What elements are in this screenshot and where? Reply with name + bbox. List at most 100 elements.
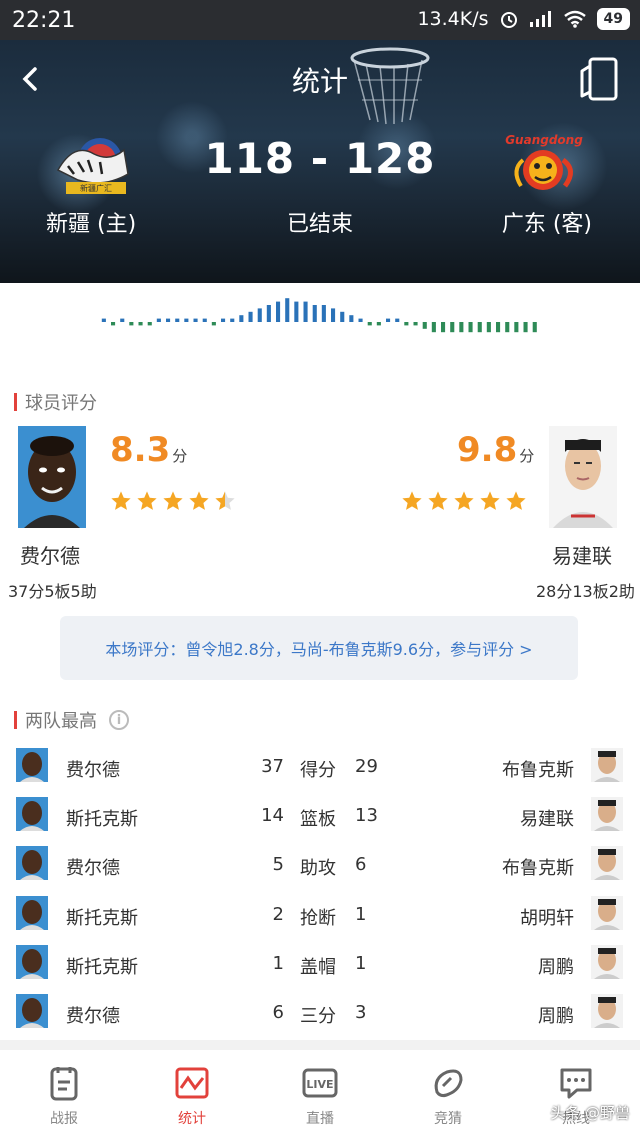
tab-report[interactable]: 战报 — [0, 1050, 128, 1137]
momentum-bar — [496, 322, 501, 333]
tab-live[interactable]: LIVE 直播 — [256, 1050, 384, 1137]
star-icon — [506, 491, 526, 510]
away-player-avatar[interactable] — [591, 797, 623, 832]
momentum-bar — [367, 322, 372, 326]
momentum-bar — [211, 322, 216, 326]
ratings-section-header: 球员评分 — [14, 389, 97, 415]
momentum-bar — [276, 301, 281, 322]
tab-label: 竞猜 — [434, 1111, 462, 1127]
momentum-bar — [303, 301, 308, 322]
away-player-name[interactable]: 周鹏 — [538, 953, 574, 979]
home-player-avatar[interactable] — [16, 895, 48, 930]
report-icon — [50, 1067, 78, 1101]
away-player-name[interactable]: 布鲁克斯 — [502, 854, 574, 880]
stat-category: 三分 — [300, 1005, 336, 1027]
leader-row[interactable]: 费尔德 5 助攻 6 布鲁克斯 — [0, 842, 640, 891]
left-player-name[interactable]: 费尔德 — [20, 540, 80, 569]
momentum-bar — [349, 315, 354, 322]
home-player-name[interactable]: 斯托克斯 — [66, 953, 138, 979]
tab-label: 统计 — [178, 1111, 206, 1127]
tab-guess[interactable]: 竞猜 — [384, 1050, 512, 1137]
home-player-name[interactable]: 斯托克斯 — [66, 904, 138, 930]
momentum-bar — [404, 322, 409, 326]
home-player-avatar[interactable] — [16, 993, 48, 1028]
right-player-name[interactable]: 易建联 — [552, 540, 612, 569]
momentum-bar — [312, 305, 317, 322]
momentum-bar — [413, 322, 418, 326]
status-icons: 13.4K/s 49 — [417, 8, 630, 30]
momentum-bar — [514, 322, 519, 333]
left-player-rating: 8.3 分 — [110, 430, 187, 470]
home-player-avatar[interactable] — [16, 748, 48, 782]
home-player-avatar[interactable] — [16, 846, 48, 881]
screen-switch-icon[interactable] — [578, 56, 620, 102]
momentum-bar — [321, 305, 326, 322]
watermark: 头条 @野兽 — [550, 1104, 630, 1122]
momentum-bar — [431, 322, 436, 333]
stat-category: 篮板 — [300, 809, 336, 831]
hotline-icon — [560, 1068, 592, 1099]
away-stat-value: 1 — [355, 903, 367, 925]
away-player-avatar[interactable] — [591, 993, 623, 1028]
away-player-name[interactable]: 胡明轩 — [520, 904, 574, 930]
home-player-avatar[interactable] — [16, 797, 48, 832]
star-icon — [111, 491, 131, 510]
leader-row[interactable]: 费尔德 37 得分 29 布鲁克斯 — [0, 744, 640, 793]
alarm-icon — [500, 12, 517, 28]
away-player-avatar[interactable] — [591, 846, 623, 881]
home-stat-value: 6 — [272, 1001, 284, 1023]
stat-category: 盖帽 — [300, 956, 336, 978]
home-player-avatar[interactable] — [16, 944, 48, 979]
left-player-photo[interactable] — [18, 426, 86, 528]
away-player-name[interactable]: 周鹏 — [538, 1002, 574, 1028]
momentum-bar — [129, 322, 134, 326]
stat-category: 抢断 — [300, 907, 336, 929]
home-player-name[interactable]: 费尔德 — [66, 1002, 120, 1028]
home-player-name[interactable]: 费尔德 — [66, 756, 120, 782]
momentum-bar — [202, 318, 207, 322]
leader-row[interactable]: 费尔德 6 三分 3 周鹏 — [0, 990, 640, 1039]
guess-icon — [434, 1069, 463, 1098]
home-player-name[interactable]: 斯托克斯 — [66, 805, 138, 831]
star-icon — [215, 491, 235, 510]
right-player-rating: 9.8 分 — [457, 430, 534, 470]
away-player-name[interactable]: 布鲁克斯 — [502, 756, 574, 782]
right-rating-unit: 分 — [519, 447, 535, 465]
bottom-tab-bar: 战报 统计 LIVE 直播 竞猜 热线 — [0, 1050, 640, 1137]
info-icon[interactable]: i — [109, 710, 129, 730]
momentum-bar — [358, 318, 363, 322]
stat-category: 助攻 — [300, 858, 336, 880]
section-marker — [14, 711, 17, 729]
leader-row[interactable]: 斯托克斯 14 篮板 13 易建联 — [0, 793, 640, 842]
right-player-photo[interactable] — [549, 426, 617, 528]
momentum-bar — [138, 322, 143, 326]
away-player-avatar[interactable] — [591, 748, 623, 782]
momentum-bar — [340, 311, 345, 322]
match-score: 118 - 128 — [204, 134, 436, 183]
momentum-bar — [331, 308, 336, 322]
momentum-bar — [422, 322, 427, 329]
star-icon — [454, 491, 474, 510]
svg-text:LIVE: LIVE — [306, 1078, 333, 1091]
signal-icon — [529, 11, 551, 27]
away-team-name[interactable]: 广东 (客) — [502, 206, 592, 238]
momentum-bar — [111, 322, 116, 326]
tab-hotline[interactable]: 热线 — [512, 1050, 640, 1137]
home-stat-value: 5 — [272, 854, 284, 876]
away-player-name[interactable]: 易建联 — [520, 805, 574, 831]
momentum-bar — [395, 318, 400, 322]
wifi-icon — [563, 10, 586, 28]
momentum-bar — [248, 311, 253, 322]
away-player-avatar[interactable] — [591, 895, 623, 930]
momentum-bar — [193, 318, 198, 322]
tab-stats[interactable]: 统计 — [128, 1050, 256, 1137]
momentum-bar — [147, 322, 152, 326]
rating-summary-link[interactable]: 本场评分：曾令旭2.8分，马尚-布鲁克斯9.6分，参与评分 > — [60, 616, 578, 680]
tab-label: 直播 — [306, 1111, 334, 1127]
away-player-avatar[interactable] — [591, 944, 623, 979]
leader-row[interactable]: 斯托克斯 1 盖帽 1 周鹏 — [0, 941, 640, 990]
status-bar: 22:21 13.4K/s 49 — [0, 0, 640, 40]
leader-row[interactable]: 斯托克斯 2 抢断 1 胡明轩 — [0, 892, 640, 941]
right-player-stats: 28分13板2助 — [536, 582, 635, 601]
home-player-name[interactable]: 费尔德 — [66, 854, 120, 880]
